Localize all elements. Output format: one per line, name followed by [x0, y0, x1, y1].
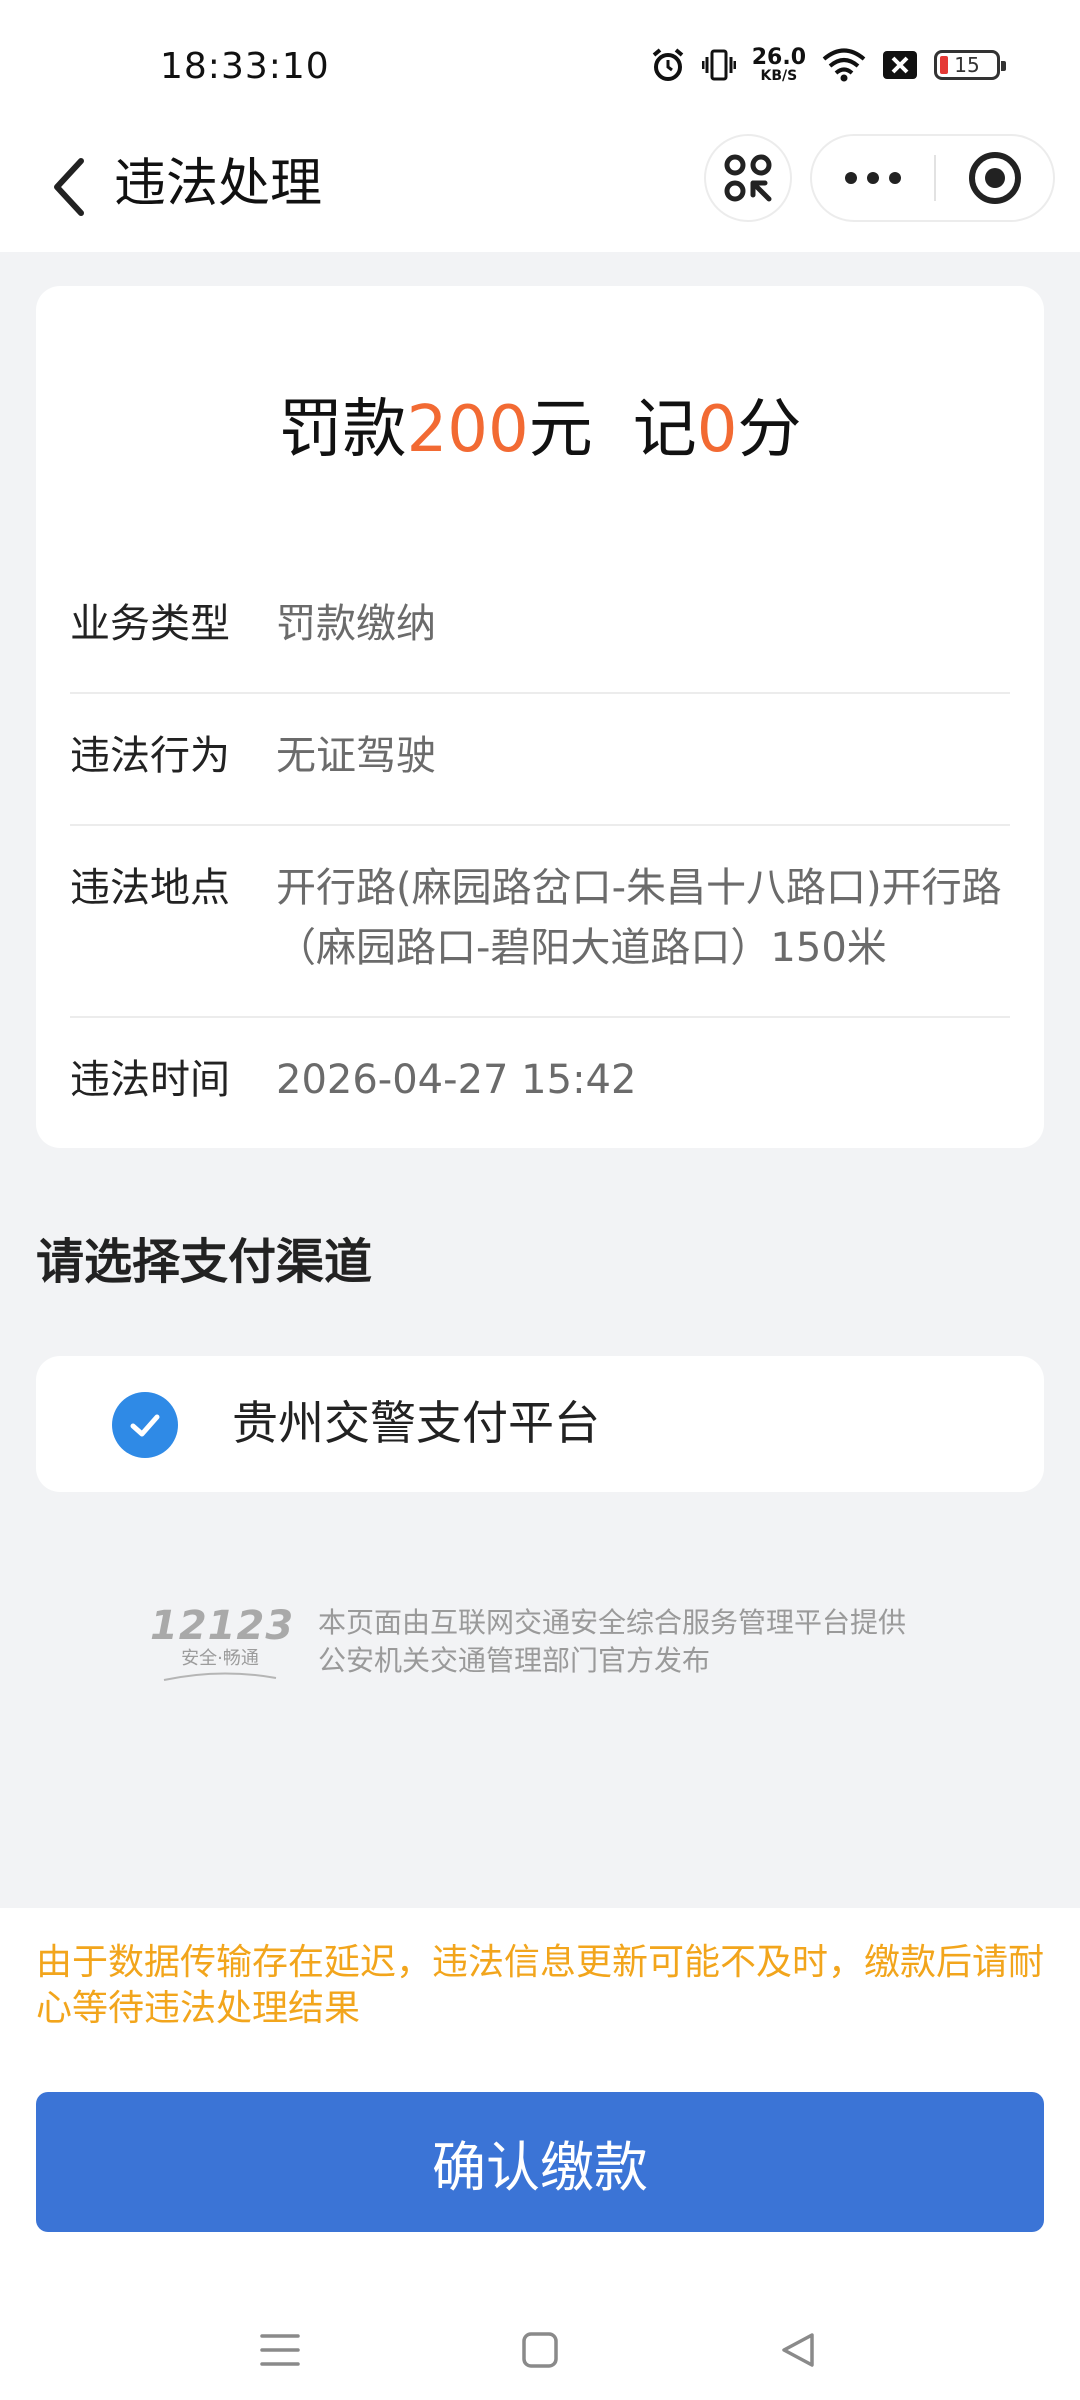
- home-icon[interactable]: [510, 2320, 570, 2380]
- target-close-icon: [968, 152, 1021, 204]
- wifi-icon: [822, 48, 866, 82]
- more-dots-icon: [845, 172, 901, 184]
- chevron-left-icon: [54, 158, 84, 216]
- detail-value: 2026-04-27 15:42: [276, 1057, 637, 1103]
- points-value: 0: [696, 393, 738, 467]
- page: 18:33:10 26.0 KB/S 15 违法处理 罚款200元 记0分 业务…: [0, 0, 1080, 2400]
- payment-channel-option[interactable]: 贵州交警支付平台: [36, 1356, 1044, 1492]
- provider-line-1: 本页面由互联网交通安全综合服务管理平台提供: [318, 1606, 907, 1639]
- brand-swoosh-icon: [163, 1672, 277, 1681]
- alarm-icon: [652, 48, 683, 81]
- back-triangle-icon[interactable]: [768, 2320, 828, 2380]
- brand-logo: 12123 安全·畅通: [150, 1603, 295, 1684]
- detail-label: 违法时间: [70, 1057, 230, 1103]
- row-divider: [70, 692, 1010, 694]
- scan-icon: [724, 154, 772, 202]
- back-button[interactable]: [34, 152, 104, 222]
- row-divider: [70, 824, 1010, 826]
- provider-line-2: 公安机关交通管理部门官方发布: [318, 1644, 711, 1677]
- detail-row-violation-act: 违法行为 无证驾驶: [70, 726, 1010, 786]
- delay-notice: 由于数据传输存在延迟，违法信息更新可能不及时，缴款后请耐心等待违法处理结果: [36, 1942, 1045, 2029]
- points-suffix: 分: [737, 393, 802, 467]
- menu-icon[interactable]: [250, 2320, 310, 2380]
- exit-button[interactable]: [936, 136, 1053, 220]
- detail-label: 违法地点: [70, 865, 230, 911]
- detail-row-business-type: 业务类型 罚款缴纳: [70, 594, 1010, 654]
- system-nav-bar: [0, 2284, 1080, 2400]
- more-button[interactable]: [812, 136, 934, 220]
- net-speed: 26.0 KB/S: [751, 45, 806, 84]
- net-speed-unit: KB/S: [760, 68, 798, 84]
- points-prefix: 记: [632, 393, 697, 467]
- battery-level: 15: [954, 53, 980, 77]
- status-icons: 26.0 KB/S 15: [650, 44, 1006, 86]
- detail-value: 无证驾驶: [276, 733, 436, 779]
- row-divider: [70, 1016, 1010, 1018]
- payment-section-title: 请选择支付渠道: [36, 1234, 373, 1290]
- checkmark-icon[interactable]: [112, 1392, 178, 1458]
- brand-logo-number: 12123: [150, 1603, 295, 1649]
- detail-value: 罚款缴纳: [276, 601, 436, 647]
- fine-suffix: 元: [528, 393, 593, 467]
- status-time: 18:33:10: [160, 46, 330, 87]
- status-bar: 18:33:10 26.0 KB/S 15: [0, 0, 1080, 130]
- brand-logo-sub: 安全·畅通: [181, 1648, 259, 1669]
- provider-info: 本页面由互联网交通安全综合服务管理平台提供 公安机关交通管理部门官方发布: [318, 1604, 906, 1680]
- bottom-panel: 由于数据传输存在延迟，违法信息更新可能不及时，缴款后请耐心等待违法处理结果 确认…: [0, 1908, 1080, 2400]
- confirm-payment-button[interactable]: 确认缴款: [36, 2092, 1044, 2232]
- sim-x-icon: [883, 51, 917, 79]
- fine-amount: 200: [406, 393, 529, 467]
- net-speed-value: 26.0: [751, 45, 806, 70]
- mini-program-capsule: [810, 134, 1055, 222]
- page-title: 违法处理: [114, 154, 323, 214]
- violation-info-card: 罚款200元 记0分 业务类型 罚款缴纳 违法行为 无证驾驶 违法地点 开行路(麻…: [36, 286, 1044, 1148]
- detail-row-violation-location: 违法地点 开行路(麻园路岔口-朱昌十八路口)开行路（麻园路口-碧阳大道路口）15…: [70, 858, 1010, 978]
- detail-value: 开行路(麻园路岔口-朱昌十八路口)开行路（麻园路口-碧阳大道路口）150米: [276, 865, 1002, 971]
- nav-bar: 违法处理: [0, 130, 1080, 252]
- detail-label: 业务类型: [70, 601, 230, 647]
- fine-prefix: 罚款: [278, 393, 407, 467]
- battery-icon: 15: [934, 50, 1006, 80]
- vibrate-icon: [701, 49, 736, 81]
- fine-summary: 罚款200元 记0分: [36, 392, 1044, 469]
- payment-channel-label: 贵州交警支付平台: [232, 1396, 600, 1450]
- detail-row-violation-time: 违法时间 2026-04-27 15:42: [70, 1050, 1010, 1110]
- scan-button[interactable]: [704, 134, 792, 222]
- detail-label: 违法行为: [70, 733, 230, 779]
